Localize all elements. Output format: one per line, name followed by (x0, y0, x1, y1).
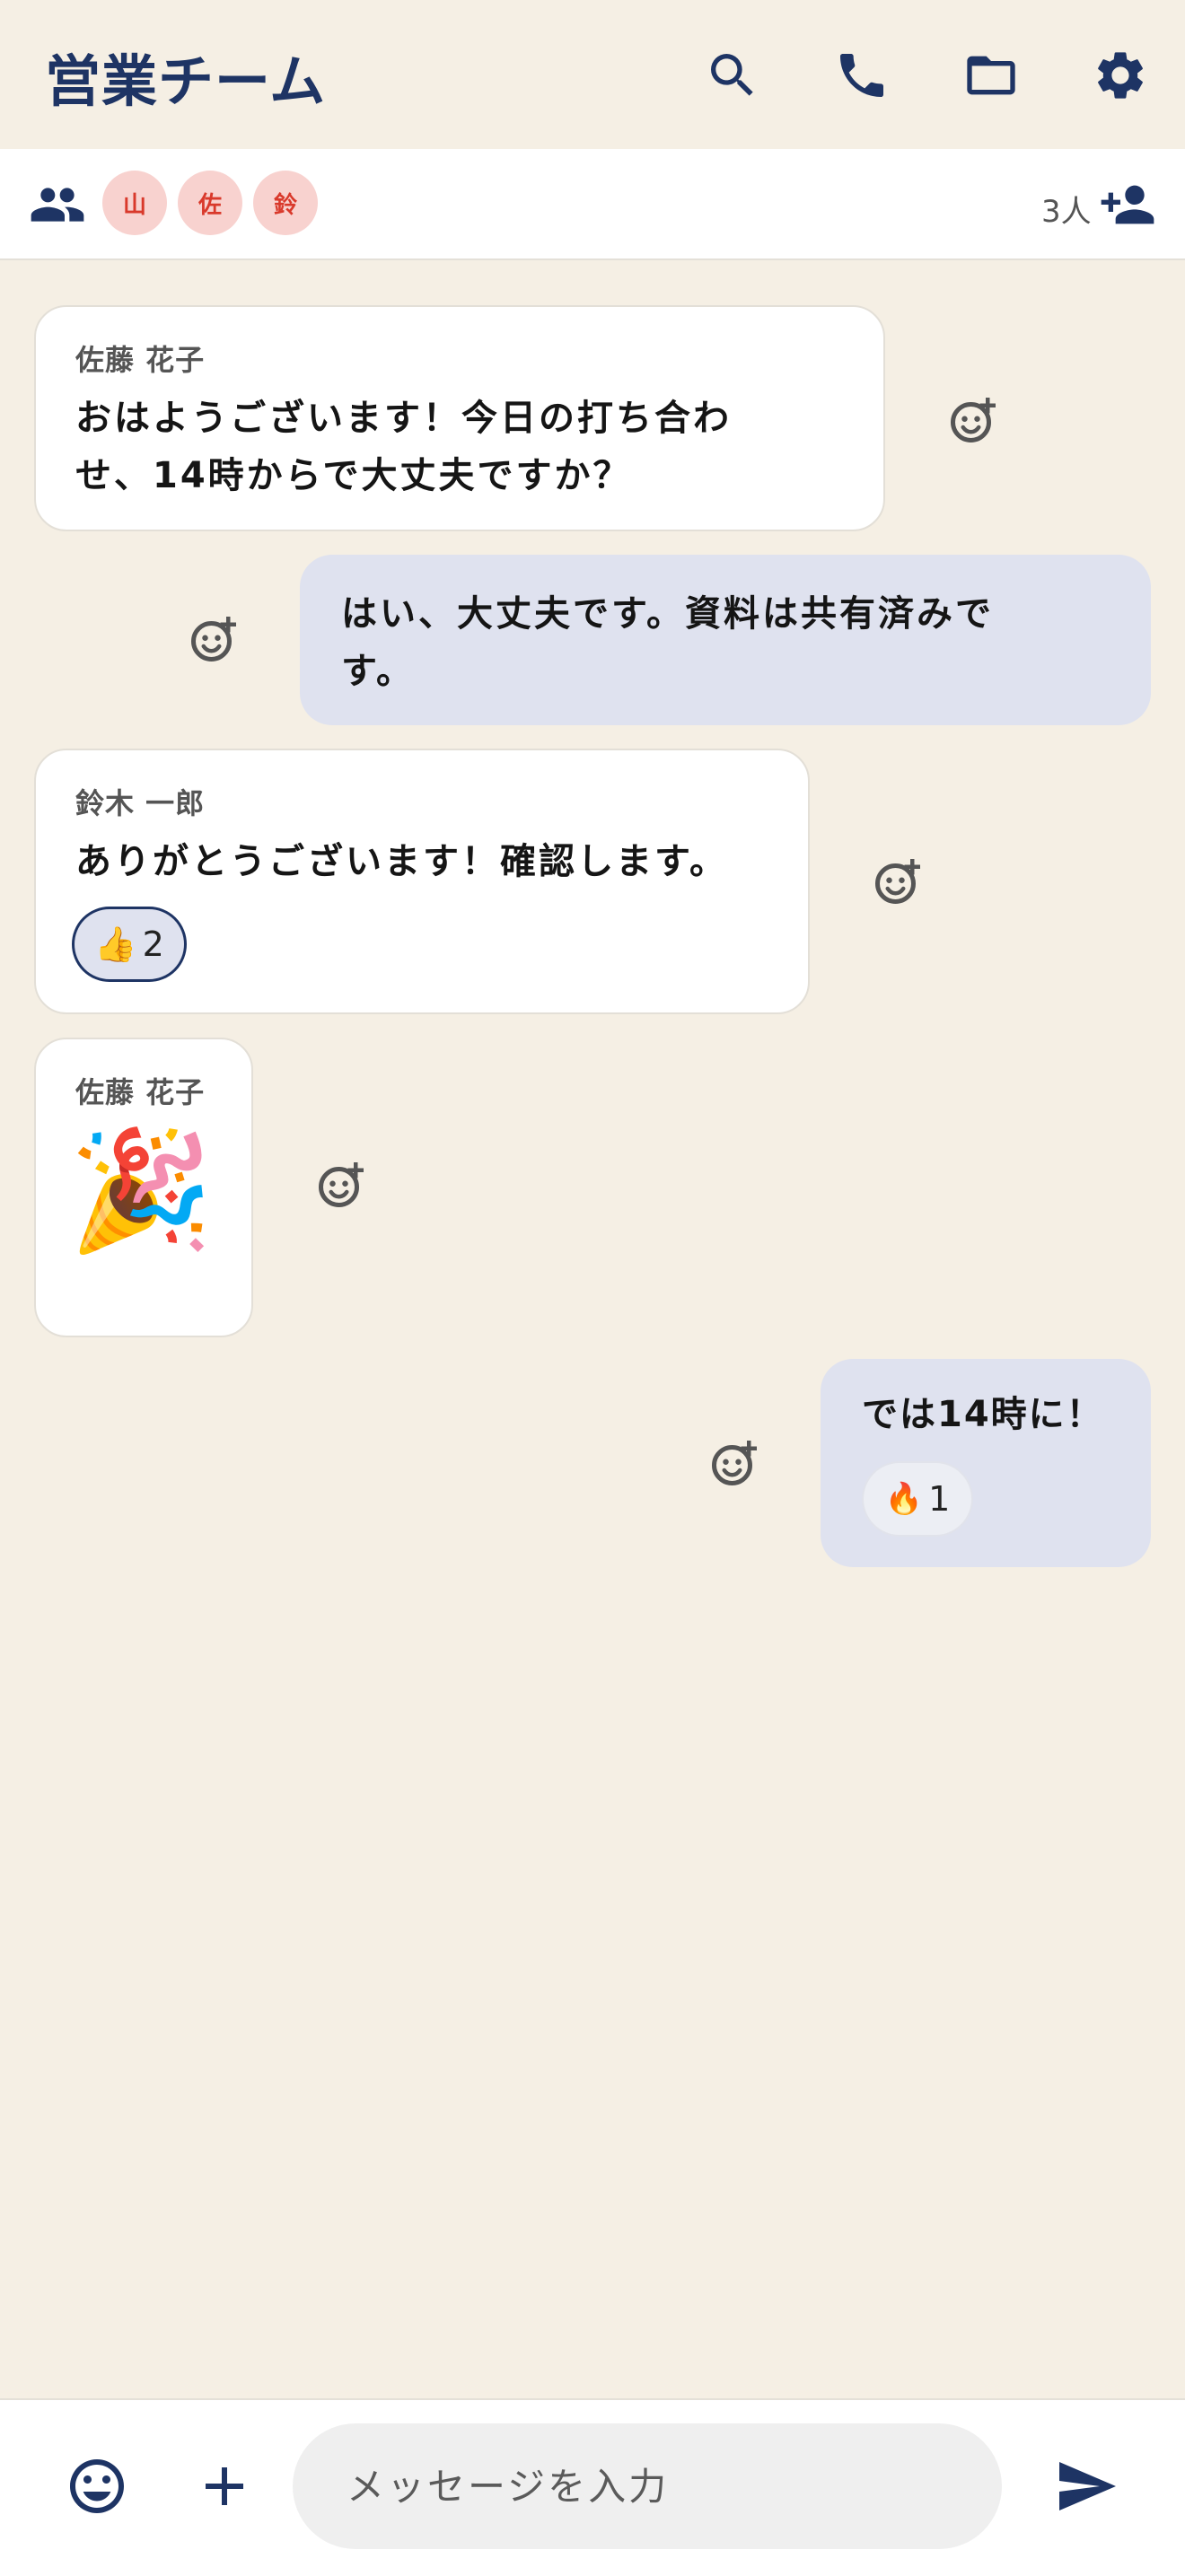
fire-emoji: 🔥 (884, 1481, 924, 1517)
message-text: では14時に！ (862, 1394, 1104, 1435)
add-reaction-icon (319, 1162, 364, 1207)
add-reaction-button[interactable] (314, 1158, 368, 1212)
add-reaction-button[interactable] (871, 854, 925, 908)
add-reaction-icon (712, 1441, 757, 1485)
message-sender: 佐藤 花子 (75, 343, 206, 377)
message-text: おはようございます！今日の打ち合わせ、14時からで大丈夫ですか？ (75, 398, 732, 496)
folder-icon (967, 56, 1015, 95)
send-button[interactable] (1050, 2450, 1122, 2522)
message-outgoing[interactable]: では14時に！ (821, 1359, 1151, 1567)
add-reaction-icon (875, 859, 920, 904)
plus-icon (206, 2467, 243, 2505)
add-member-button[interactable] (1099, 176, 1156, 233)
add-reaction-icon (191, 617, 236, 662)
phone-icon (840, 54, 883, 97)
add-reaction-button[interactable] (707, 1436, 761, 1490)
message-incoming[interactable]: 佐藤 花子 おはようございます！今日の打ち合わせ、14時からで大丈夫ですか？ (34, 305, 885, 531)
message-text: ありがとうございます！確認します。 (75, 841, 728, 882)
add-reaction-icon (951, 398, 996, 442)
message-sticker[interactable]: 佐藤 花子 🎉 (34, 1038, 253, 1337)
reaction-count: 1 (928, 1479, 951, 1519)
chat-title: 営業チーム (45, 48, 327, 114)
message-outgoing[interactable]: はい、大丈夫です。資料は共有済みです。 (300, 555, 1151, 725)
message-sender: 鈴木 一郎 (75, 786, 206, 820)
emoji-button[interactable] (61, 2450, 133, 2522)
search-icon (711, 54, 753, 96)
message-input[interactable] (293, 2423, 1002, 2549)
gear-icon (1098, 52, 1143, 99)
message-text: はい、大丈夫です。資料は共有済みです。 (341, 593, 994, 692)
emoji-icon (70, 2459, 124, 2513)
send-icon (1059, 2462, 1116, 2510)
members-button[interactable] (29, 180, 86, 230)
files-button[interactable] (955, 39, 1027, 111)
person-add-icon (1101, 185, 1154, 224)
avatar[interactable]: 鈴 (253, 171, 318, 235)
settings-button[interactable] (1084, 39, 1156, 111)
add-reaction-button[interactable] (187, 612, 241, 666)
party-popper-sticker: 🎉 (68, 1122, 214, 1258)
add-reaction-button[interactable] (946, 393, 1000, 447)
attach-button[interactable] (189, 2450, 260, 2522)
member-count: 3人 (1041, 194, 1092, 230)
reaction-chip[interactable]: 🔥 1 (862, 1461, 973, 1537)
call-button[interactable] (826, 39, 898, 111)
avatar[interactable]: 佐 (178, 171, 242, 235)
search-button[interactable] (697, 39, 768, 111)
group-icon (31, 188, 84, 222)
reaction-chip[interactable]: 👍 2 (72, 907, 187, 982)
reaction-count: 2 (142, 924, 164, 964)
avatar[interactable]: 山 (102, 171, 167, 235)
thumbs-up-emoji: 👍 (94, 924, 137, 964)
message-sender: 佐藤 花子 (75, 1075, 206, 1109)
